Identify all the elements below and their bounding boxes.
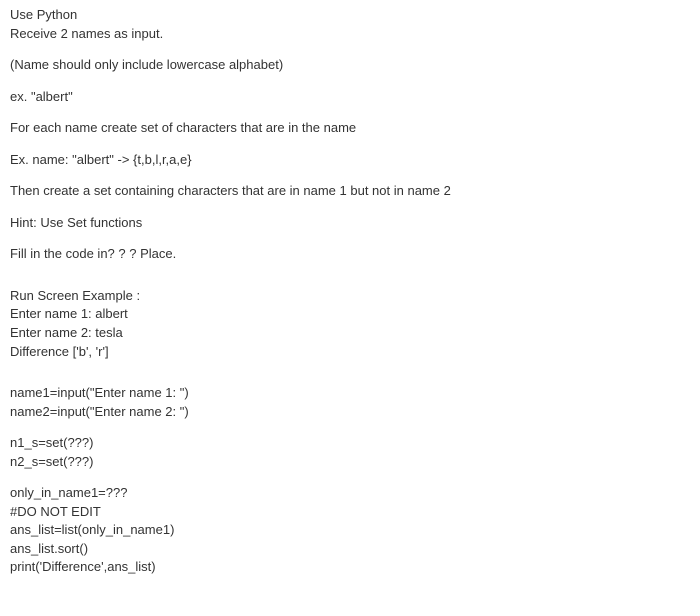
code-template: name1=input("Enter name 1: ") name2=inpu… xyxy=(10,384,690,576)
code-line: ans_list.sort() xyxy=(10,540,690,558)
run-example-header: Run Screen Example : xyxy=(10,287,690,305)
code-line: only_in_name1=??? xyxy=(10,484,690,502)
instruction-line: ex. "albert" xyxy=(10,88,690,106)
instruction-line: Ex. name: "albert" -> {t,b,l,r,a,e} xyxy=(10,151,690,169)
code-line-comment: #DO NOT EDIT xyxy=(10,503,690,521)
instruction-line: Hint: Use Set functions xyxy=(10,214,690,232)
instruction-line: Use Python xyxy=(10,6,690,24)
code-line: name1=input("Enter name 1: ") xyxy=(10,384,690,402)
code-block-inputs: name1=input("Enter name 1: ") name2=inpu… xyxy=(10,384,690,420)
instruction-line: For each name create set of characters t… xyxy=(10,119,690,137)
run-screen-example: Run Screen Example : Enter name 1: alber… xyxy=(10,287,690,360)
instruction-line: Fill in the code in? ? ? Place. xyxy=(10,245,690,263)
instruction-line: Then create a set containing characters … xyxy=(10,182,690,200)
code-block-result: only_in_name1=??? #DO NOT EDIT ans_list=… xyxy=(10,484,690,576)
run-example-line: Enter name 1: albert xyxy=(10,305,690,323)
code-line: n1_s=set(???) xyxy=(10,434,690,452)
instruction-line: Receive 2 names as input. xyxy=(10,25,690,43)
problem-statement: Use Python Receive 2 names as input. (Na… xyxy=(10,6,690,263)
code-line: ans_list=list(only_in_name1) xyxy=(10,521,690,539)
code-line: n2_s=set(???) xyxy=(10,453,690,471)
run-example-line: Enter name 2: tesla xyxy=(10,324,690,342)
run-example-line: Difference ['b', 'r'] xyxy=(10,343,690,361)
instruction-line: (Name should only include lowercase alph… xyxy=(10,56,690,74)
code-line: print('Difference',ans_list) xyxy=(10,558,690,576)
code-line: name2=input("Enter name 2: ") xyxy=(10,403,690,421)
code-block-sets: n1_s=set(???) n2_s=set(???) xyxy=(10,434,690,470)
